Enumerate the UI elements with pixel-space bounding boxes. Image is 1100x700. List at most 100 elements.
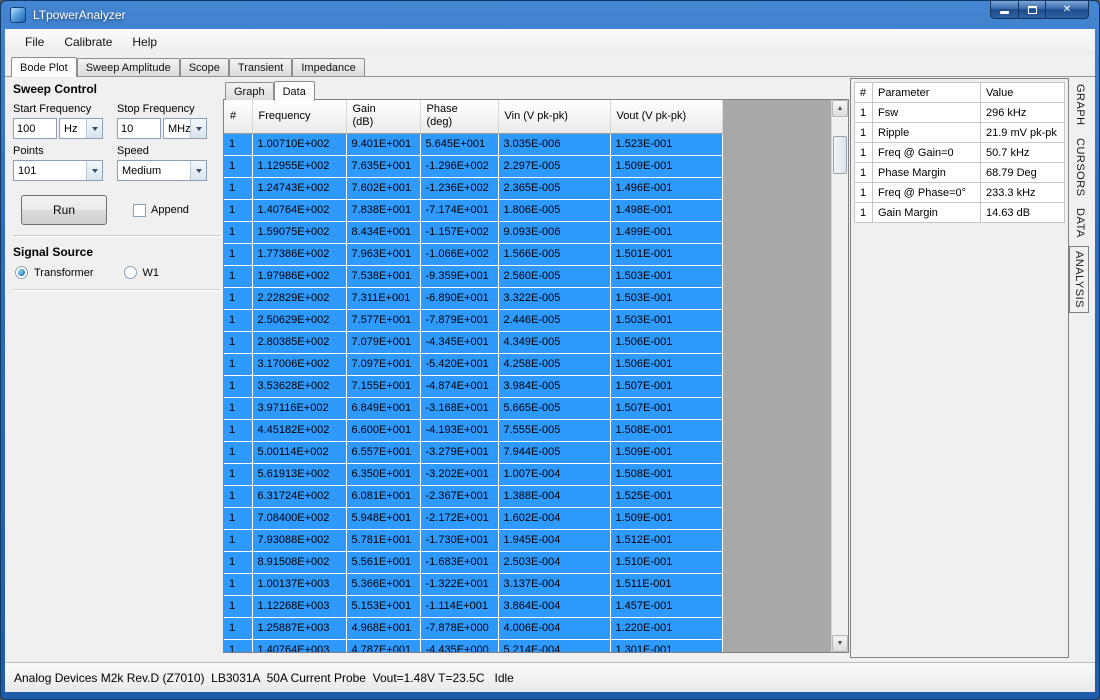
title-bar[interactable]: LTpowerAnalyzer ✕	[1, 1, 1099, 29]
table-row[interactable]: 1Phase Margin68.79 Deg	[855, 163, 1065, 183]
table-row[interactable]: 11.12268E+0035.153E+001-1.114E+0013.864E…	[224, 595, 722, 617]
table-cell: 9.401E+001	[346, 133, 420, 155]
column-header[interactable]: Gain (dB)	[346, 100, 420, 133]
table-row[interactable]: 13.17006E+0027.097E+001-5.420E+0014.258E…	[224, 353, 722, 375]
column-header[interactable]: Vin (V pk-pk)	[498, 100, 610, 133]
menu-item-file[interactable]: File	[15, 29, 54, 55]
table-row[interactable]: 1Ripple21.9 mV pk-pk	[855, 123, 1065, 143]
side-tab-analysis[interactable]: ANALYSIS	[1069, 246, 1089, 313]
menu-item-calibrate[interactable]: Calibrate	[54, 29, 122, 55]
maximize-button[interactable]	[1019, 1, 1046, 19]
table-cell: 1.77386E+002	[252, 243, 346, 265]
app-icon	[10, 7, 26, 23]
table-row[interactable]: 11.00710E+0029.401E+0015.645E+0013.035E-…	[224, 133, 722, 155]
table-row[interactable]: 11.59075E+0028.434E+001-1.157E+0029.093E…	[224, 221, 722, 243]
append-checkbox[interactable]	[133, 204, 146, 217]
table-cell: 2.22829E+002	[252, 287, 346, 309]
table-cell: 2.503E-004	[498, 551, 610, 573]
start-frequency-input[interactable]	[13, 118, 57, 139]
scroll-down-button[interactable]: ▼	[832, 635, 848, 652]
table-cell: 1	[224, 485, 252, 507]
table-cell: 21.9 mV pk-pk	[981, 123, 1065, 143]
transformer-radio[interactable]	[15, 266, 28, 279]
speed-select[interactable]: Medium	[117, 160, 207, 181]
table-cell: 50.7 kHz	[981, 143, 1065, 163]
table-cell: 1.507E-001	[610, 375, 722, 397]
table-row[interactable]: 13.53628E+0027.155E+001-4.874E+0013.984E…	[224, 375, 722, 397]
table-row[interactable]: 18.91508E+0025.561E+001-1.683E+0012.503E…	[224, 551, 722, 573]
table-cell: 6.849E+001	[346, 397, 420, 419]
table-cell: 1	[224, 463, 252, 485]
table-cell: 14.63 dB	[981, 203, 1065, 223]
table-row[interactable]: 1Gain Margin14.63 dB	[855, 203, 1065, 223]
menu-item-help[interactable]: Help	[122, 29, 167, 55]
table-row[interactable]: 16.31724E+0026.081E+001-2.367E+0011.388E…	[224, 485, 722, 507]
table-row[interactable]: 11.25887E+0034.968E+001-7.878E+0004.006E…	[224, 617, 722, 639]
table-row[interactable]: 17.08400E+0025.948E+001-2.172E+0011.602E…	[224, 507, 722, 529]
table-row[interactable]: 15.61913E+0026.350E+001-3.202E+0011.007E…	[224, 463, 722, 485]
column-header[interactable]: Phase (deg)	[420, 100, 498, 133]
start-frequency-unit-select[interactable]: Hz	[59, 118, 103, 139]
tab-scope[interactable]: Scope	[180, 58, 229, 76]
table-row[interactable]: 14.45182E+0026.600E+001-4.193E+0017.555E…	[224, 419, 722, 441]
table-cell: -3.168E+001	[420, 397, 498, 419]
table-row[interactable]: 15.00114E+0026.557E+001-3.279E+0017.944E…	[224, 441, 722, 463]
table-cell: 3.137E-004	[498, 573, 610, 595]
column-header[interactable]: Frequency	[252, 100, 346, 133]
start-frequency-label: Start Frequency	[13, 103, 107, 115]
tab-sweep-amplitude[interactable]: Sweep Amplitude	[77, 58, 180, 76]
table-cell: 1	[224, 133, 252, 155]
table-row[interactable]: 1Freq @ Phase=0°233.3 kHz	[855, 183, 1065, 203]
data-tab-data[interactable]: Data	[274, 81, 315, 101]
table-row[interactable]: 1Fsw296 kHz	[855, 103, 1065, 123]
table-row[interactable]: 11.00137E+0035.366E+001-1.322E+0013.137E…	[224, 573, 722, 595]
table-row[interactable]: 11.40764E+0034.787E+001-4.435E+0005.214E…	[224, 639, 722, 653]
table-row[interactable]: 11.77386E+0027.963E+001-1.066E+0021.566E…	[224, 243, 722, 265]
data-tab-graph[interactable]: Graph	[225, 82, 274, 100]
stop-frequency-unit-select[interactable]: MHz	[163, 118, 207, 139]
side-tab-cursors[interactable]: CURSORS	[1071, 134, 1089, 201]
side-tab-data[interactable]: DATA	[1071, 204, 1089, 242]
stop-frequency-input[interactable]	[117, 118, 161, 139]
points-label: Points	[13, 145, 107, 157]
side-tab-graph[interactable]: GRAPH	[1071, 80, 1089, 130]
column-header[interactable]: Vout (V pk-pk)	[610, 100, 722, 133]
table-cell: 3.864E-004	[498, 595, 610, 617]
tab-transient[interactable]: Transient	[229, 58, 292, 76]
tab-impedance[interactable]: Impedance	[292, 58, 364, 76]
table-cell: -6.890E+001	[420, 287, 498, 309]
table-cell: 1.00710E+002	[252, 133, 346, 155]
table-cell: 6.081E+001	[346, 485, 420, 507]
table-cell: 1	[855, 103, 873, 123]
tab-bode-plot[interactable]: Bode Plot	[11, 57, 77, 77]
scroll-up-button[interactable]: ▲	[832, 100, 848, 117]
table-cell: 1.40764E+003	[252, 639, 346, 653]
table-cell: 1.499E-001	[610, 221, 722, 243]
table-row[interactable]: 12.50629E+0027.577E+001-7.879E+0012.446E…	[224, 309, 722, 331]
table-row[interactable]: 11.97986E+0027.538E+001-9.359E+0012.560E…	[224, 265, 722, 287]
table-row[interactable]: 12.80385E+0027.079E+001-4.345E+0014.349E…	[224, 331, 722, 353]
table-cell: 6.600E+001	[346, 419, 420, 441]
table-row[interactable]: 12.22829E+0027.311E+001-6.890E+0013.322E…	[224, 287, 722, 309]
table-row[interactable]: 13.97116E+0026.849E+001-3.168E+0015.665E…	[224, 397, 722, 419]
table-row[interactable]: 1Freq @ Gain=050.7 kHz	[855, 143, 1065, 163]
minimize-button[interactable]	[990, 1, 1019, 19]
table-row[interactable]: 11.40764E+0027.838E+001-7.174E+0011.806E…	[224, 199, 722, 221]
table-cell: 3.53628E+002	[252, 375, 346, 397]
w1-radio[interactable]	[124, 266, 137, 279]
start-frequency-unit-value: Hz	[60, 123, 86, 135]
column-header[interactable]: #	[224, 100, 252, 133]
append-label: Append	[151, 204, 189, 216]
table-row[interactable]: 11.12955E+0027.635E+001-1.296E+0022.297E…	[224, 155, 722, 177]
run-button[interactable]: Run	[21, 195, 107, 225]
close-button[interactable]: ✕	[1046, 1, 1089, 19]
data-table-header-row: #FrequencyGain (dB)Phase (deg)Vin (V pk-…	[224, 100, 722, 133]
table-cell: 1	[224, 397, 252, 419]
table-row[interactable]: 11.24743E+0027.602E+001-1.236E+0022.365E…	[224, 177, 722, 199]
points-select[interactable]: 101	[13, 160, 103, 181]
scrollbar-thumb[interactable]	[833, 136, 847, 174]
table-cell: 1	[224, 419, 252, 441]
table-row[interactable]: 17.93088E+0025.781E+001-1.730E+0011.945E…	[224, 529, 722, 551]
vertical-scrollbar[interactable]: ▲ ▼	[831, 100, 848, 652]
table-cell: 1	[855, 203, 873, 223]
